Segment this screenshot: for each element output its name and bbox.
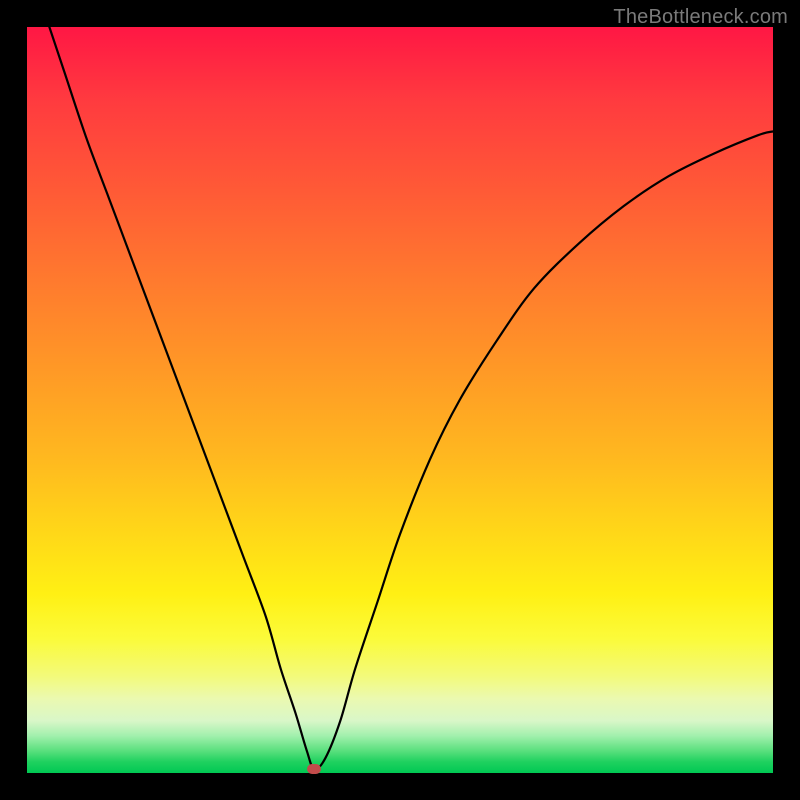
min-marker — [307, 764, 321, 774]
bottleneck-curve — [27, 27, 773, 773]
plot-area — [27, 27, 773, 773]
chart-frame: TheBottleneck.com — [0, 0, 800, 800]
watermark-text: TheBottleneck.com — [613, 6, 788, 29]
